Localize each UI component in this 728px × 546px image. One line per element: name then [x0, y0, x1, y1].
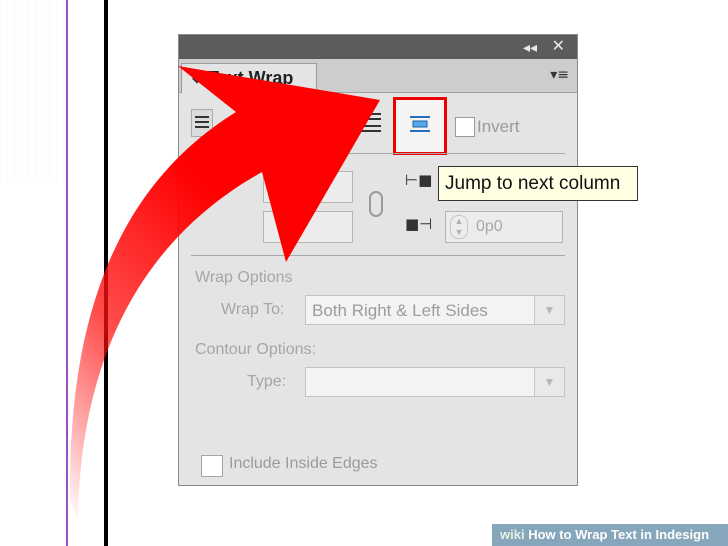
- contour-type-select[interactable]: ▼: [305, 367, 565, 397]
- include-inside-edges-label: Include Inside Edges: [229, 455, 378, 472]
- tab-expand-icon[interactable]: ◆: [192, 70, 202, 86]
- contour-options-heading: Contour Options:: [195, 341, 316, 358]
- invert-label: Invert: [477, 117, 520, 136]
- page-margin-guide: [66, 0, 68, 546]
- jump-object-icon: [361, 113, 381, 132]
- wrap-to-value: Both Right & Left Sides: [312, 301, 488, 320]
- panel-tabstrip: ◆ Text Wrap ▾≡: [179, 59, 577, 93]
- panel-titlebar[interactable]: ◂◂ ✕: [179, 35, 577, 59]
- link-icon[interactable]: [369, 191, 383, 217]
- invert-checkbox[interactable]: [455, 117, 475, 137]
- left-offset-field[interactable]: [263, 211, 353, 243]
- panel-menu-icon[interactable]: ▾≡: [550, 67, 569, 83]
- watermark-banner: wiki How to Wrap Text in Indesign: [492, 524, 728, 546]
- panel-title: Text Wrap: [208, 68, 294, 88]
- dropdown-arrow-icon[interactable]: ▼: [534, 368, 564, 396]
- text-wrap-panel: ◂◂ ✕ ◆ Text Wrap ▾≡ Invert ⊢■ ■⊣ ▲ ▼ 0p0…: [178, 34, 578, 486]
- tab-text-wrap[interactable]: ◆ Text Wrap: [181, 63, 317, 93]
- watermark-text: How to Wrap Text in Indesign: [528, 527, 710, 542]
- jump-to-next-column-icon: [410, 116, 430, 132]
- tooltip: Jump to next column: [438, 166, 638, 201]
- top-offset-field[interactable]: [263, 171, 353, 203]
- stepper-icon[interactable]: ▲ ▼: [450, 215, 468, 239]
- collapse-icon[interactable]: ◂◂: [523, 38, 537, 56]
- close-icon[interactable]: ✕: [552, 37, 565, 55]
- bottom-offset-value: 0p0: [476, 218, 503, 235]
- contour-type-label: Type:: [247, 373, 287, 390]
- divider: [191, 153, 565, 154]
- watermark-logo: wiki: [500, 527, 525, 542]
- wrap-to-label: Wrap To:: [221, 301, 285, 318]
- page-edge: [104, 0, 108, 546]
- bottom-offset-field[interactable]: ▲ ▼ 0p0: [445, 211, 563, 243]
- wrap-options-heading: Wrap Options: [195, 269, 293, 286]
- wrap-none-button[interactable]: [191, 109, 213, 137]
- wrap-none-icon: [195, 116, 209, 128]
- wrap-to-select[interactable]: Both Right & Left Sides ▼: [305, 295, 565, 325]
- jump-to-next-column-button[interactable]: [393, 97, 447, 155]
- divider: [191, 255, 565, 256]
- left-offset-icon: ■⊣: [405, 215, 433, 233]
- right-offset-icon: ⊢■: [405, 171, 433, 189]
- page-background-texture: [0, 0, 64, 180]
- include-inside-edges-checkbox[interactable]: [201, 455, 223, 477]
- dropdown-arrow-icon[interactable]: ▼: [534, 296, 564, 324]
- jump-object-button[interactable]: [359, 107, 387, 135]
